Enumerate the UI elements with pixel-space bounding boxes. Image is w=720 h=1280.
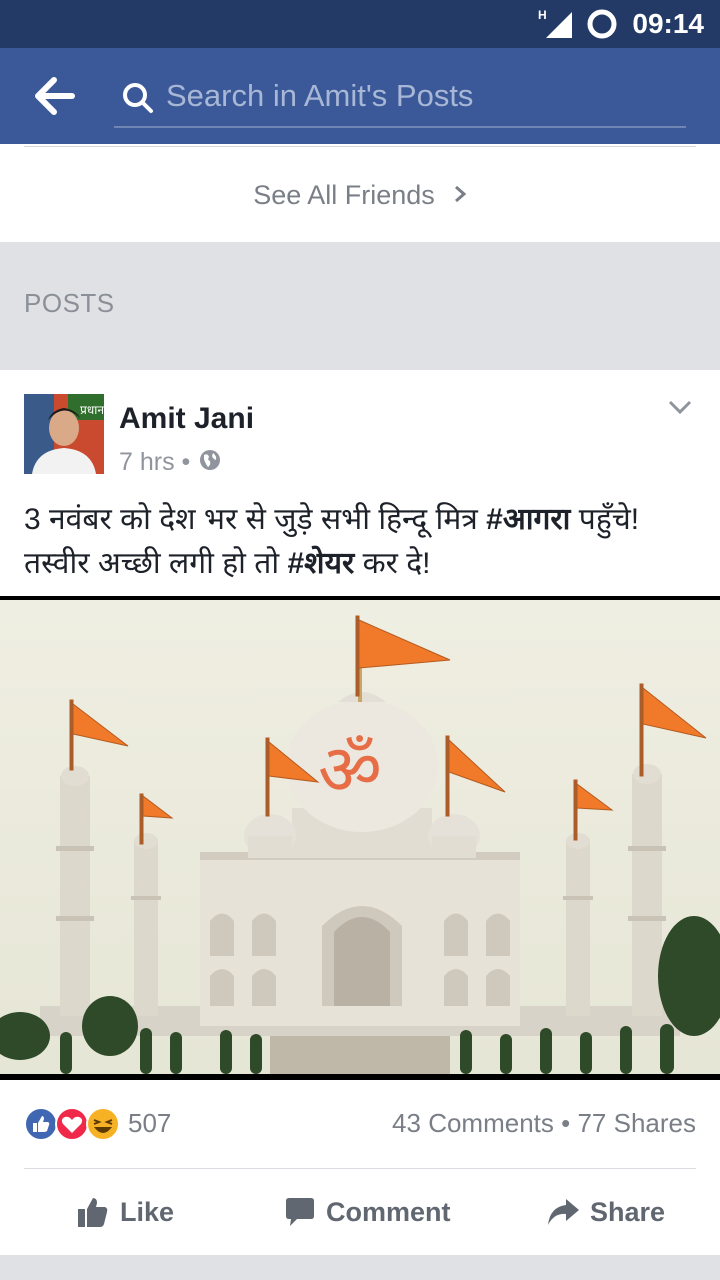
post-text-segment: 3 नवंबर को देश भर से जुड़े सभी हिन्दू मि… <box>24 503 487 536</box>
see-all-friends-link[interactable]: See All Friends <box>0 180 720 211</box>
status-bar: H 09:14 <box>0 0 720 48</box>
chevron-down-icon <box>668 400 692 415</box>
back-button[interactable] <box>32 74 80 118</box>
signal-icon: H <box>538 8 574 43</box>
stats-separator: • <box>561 1108 571 1138</box>
comment-label: Comment <box>326 1196 451 1227</box>
search-bar[interactable] <box>114 68 686 128</box>
post-options-chevron[interactable] <box>664 396 696 420</box>
share-arrow-icon <box>548 1199 579 1225</box>
clock: 09:14 <box>632 8 704 39</box>
comment-button[interactable]: Comment <box>284 1190 451 1234</box>
post-card: प्रधान Amit Jani 7 hrs • 3 नवंबर को देश … <box>0 370 720 1255</box>
posts-section-title: POSTS <box>24 288 115 318</box>
post-timestamp[interactable]: 7 hrs <box>119 448 175 476</box>
post-text-segment: पहुँचे! <box>570 503 640 536</box>
avatar[interactable]: प्रधान <box>24 394 104 474</box>
divider <box>24 146 696 147</box>
comment-bubble-icon <box>286 1198 314 1226</box>
haha-icon <box>86 1107 120 1141</box>
engagement-stats: 43 Comments • 77 Shares <box>392 1108 696 1139</box>
divider <box>24 1168 696 1169</box>
like-label: Like <box>120 1196 175 1227</box>
chevron-right-icon <box>453 183 467 211</box>
sync-icon <box>586 8 618 45</box>
like-icon <box>24 1107 58 1141</box>
post-text-line-1: 3 नवंबर को देश भर से जुड़े सभी हिन्दू मि… <box>24 498 704 542</box>
search-icon <box>122 82 154 119</box>
hashtag-link[interactable]: #शेयर <box>288 547 355 580</box>
back-arrow-icon <box>35 77 75 115</box>
comments-count-link[interactable]: 43 Comments <box>392 1108 554 1138</box>
post-author[interactable]: Amit Jani <box>119 402 254 436</box>
reactions-summary[interactable]: 507 <box>24 1106 171 1142</box>
reaction-count: 507 <box>128 1108 172 1138</box>
post-text-line-2: तस्वीर अच्छी लगी हो तो #शेयर कर दे! <box>24 542 704 586</box>
shares-count-link[interactable]: 77 Shares <box>577 1108 696 1138</box>
love-icon <box>55 1107 89 1141</box>
search-header <box>0 48 720 144</box>
share-button[interactable]: Share <box>546 1190 665 1234</box>
share-label: Share <box>590 1196 666 1227</box>
globe-icon <box>199 449 221 478</box>
see-all-friends-label: See All Friends <box>253 180 435 210</box>
post-meta: 7 hrs • <box>119 448 221 478</box>
meta-separator: • <box>181 448 191 476</box>
svg-text:प्रधान: प्रधान <box>80 403 104 417</box>
post-photo[interactable]: ॐ <box>0 596 720 1080</box>
post-text-segment: कर दे! <box>354 547 431 580</box>
thumbs-up-icon <box>78 1198 108 1227</box>
post-text-segment: तस्वीर अच्छी लगी हो तो <box>24 547 288 580</box>
svg-text:ॐ: ॐ <box>318 729 382 811</box>
hashtag-link[interactable]: #आगरा <box>486 503 570 536</box>
search-input[interactable] <box>166 76 666 116</box>
post-text: 3 नवंबर को देश भर से जुड़े सभी हिन्दू मि… <box>24 498 704 586</box>
like-button[interactable]: Like <box>76 1190 174 1234</box>
svg-text:H: H <box>538 8 547 22</box>
friends-card: See All Friends <box>0 144 720 242</box>
